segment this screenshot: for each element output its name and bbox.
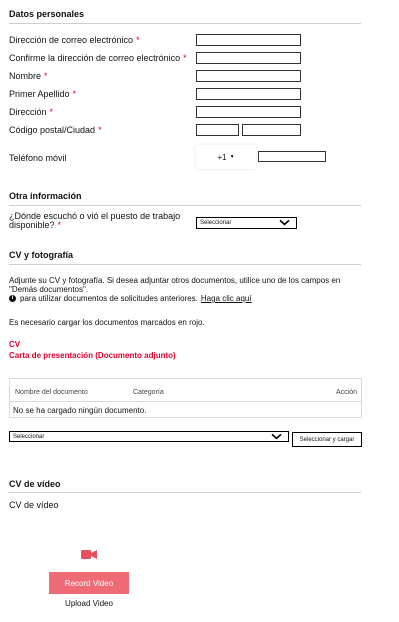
column-header-action: Acción xyxy=(335,389,357,396)
cv-required-label: CV xyxy=(9,340,21,349)
required-mark: * xyxy=(136,35,140,45)
chevron-down-icon xyxy=(279,219,290,226)
divider xyxy=(9,264,361,265)
phone-input[interactable] xyxy=(258,151,326,162)
select-and-upload-button[interactable]: Seleccionar y cargar xyxy=(292,432,362,447)
surname-input[interactable] xyxy=(196,88,301,100)
document-category-select[interactable]: Seleccionar xyxy=(9,431,289,442)
address-label: Dirección * xyxy=(9,107,54,117)
name-label: Nombre * xyxy=(9,71,48,81)
email-confirm-label: Confirme la dirección de correo electrón… xyxy=(9,53,187,63)
upload-video-link[interactable]: Upload Video xyxy=(49,599,129,608)
info-icon: i xyxy=(9,295,16,302)
empty-documents-message: No se ha cargado ningún documento. xyxy=(13,406,147,415)
required-mark: * xyxy=(72,89,77,99)
source-select[interactable]: Seleccionar xyxy=(196,217,297,229)
required-mark: * xyxy=(57,220,62,230)
section-title-cv: CV y fotografía xyxy=(9,250,74,260)
phone-label: Teléfono móvil xyxy=(9,153,67,163)
required-mark: * xyxy=(98,125,102,135)
postal-label: Código postal/Ciudad * xyxy=(9,125,102,135)
click-here-link[interactable]: Haga clic aquí xyxy=(201,294,252,303)
chevron-down-icon xyxy=(271,433,282,439)
caret-down-icon: ▼ xyxy=(229,154,235,160)
divider xyxy=(10,401,361,402)
required-mark: * xyxy=(183,53,187,63)
cv-intro: Adjunte su CV y fotografía. Si desea adj… xyxy=(9,276,341,294)
divider xyxy=(9,205,361,206)
column-header-category: Categoría xyxy=(133,389,164,396)
email-input[interactable] xyxy=(196,34,301,46)
address-input[interactable] xyxy=(196,106,301,118)
phone-prefix: +1 xyxy=(217,152,227,162)
section-title-other: Otra información xyxy=(9,191,82,201)
section-title-video: CV de vídeo xyxy=(9,479,61,489)
name-input[interactable] xyxy=(196,70,301,82)
phone-country-select[interactable]: +1 ▼ xyxy=(196,145,256,169)
required-mark: * xyxy=(44,71,48,81)
city-input[interactable] xyxy=(242,124,301,136)
email-label: Dirección de correo electrónico * xyxy=(9,35,140,45)
email-confirm-input[interactable] xyxy=(196,52,301,64)
required-docs-note: Es necesario cargar los documentos marca… xyxy=(9,318,205,327)
record-video-button[interactable]: Record Video xyxy=(49,572,129,594)
postal-code-input[interactable] xyxy=(196,124,239,136)
divider xyxy=(9,492,361,493)
documents-table: Nombre del documento Categoría Acción No… xyxy=(9,378,362,418)
video-camera-icon xyxy=(81,550,97,559)
source-question-label: ¿Dónde escuchó o vió el puesto de trabaj… xyxy=(9,211,181,230)
required-mark: * xyxy=(49,107,54,117)
previous-docs-info: i para utilizar documentos de solicitude… xyxy=(9,294,252,303)
column-header-document: Nombre del documento xyxy=(15,389,88,396)
section-title-personal: Datos personales xyxy=(9,9,85,19)
video-cv-label: CV de vídeo xyxy=(9,500,59,510)
divider xyxy=(9,23,361,24)
cover-letter-label: Carta de presentación (Documento adjunto… xyxy=(9,351,176,360)
surname-label: Primer Apellido * xyxy=(9,89,77,99)
